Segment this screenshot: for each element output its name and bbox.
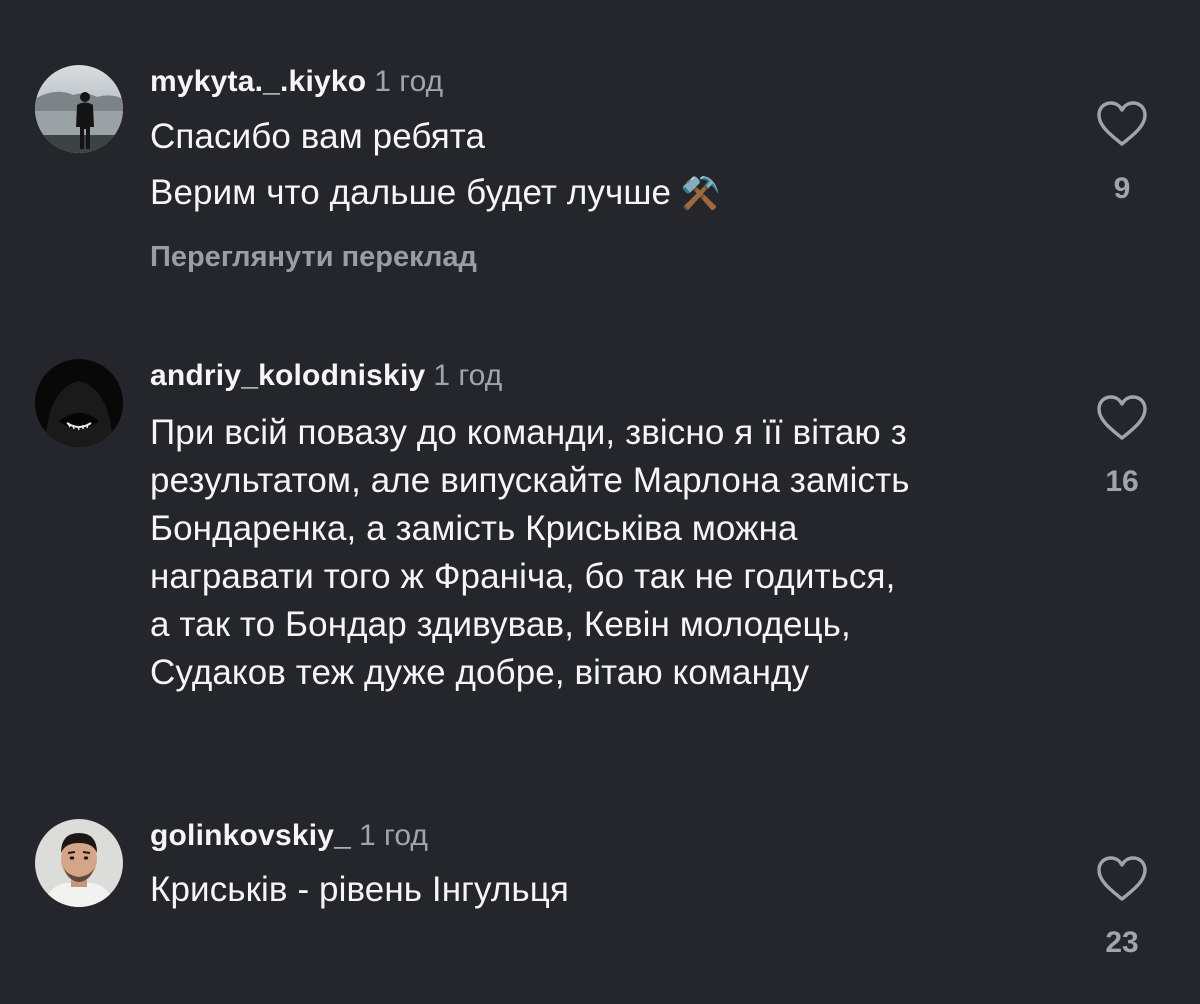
avatar-dark-hood-icon — [35, 359, 123, 447]
like-count: 16 — [1105, 465, 1139, 498]
comment-text: Спасибо вам ребята Верим что дальше буде… — [150, 113, 1050, 217]
comment-line: Бондаренка, а замість Криськіва можна — [150, 509, 798, 548]
comment-line: награвати того ж Франіча, бо так не годи… — [150, 557, 896, 596]
comment-header: andriy_kolodniskiy 1 год — [150, 358, 502, 394]
comment-text: Криськів - рівень Інгульця — [150, 866, 1050, 914]
comment-line: Спасибо вам ребята — [150, 117, 486, 156]
comment-text: При всій повазу до команди, звісно я її … — [150, 409, 1050, 697]
avatar-lake-silhouette-icon — [35, 65, 123, 153]
comment-line: Криськів - рівень Інгульця — [150, 870, 569, 909]
avatar-man-portrait-icon — [35, 819, 123, 907]
avatar[interactable] — [35, 819, 123, 907]
username-link[interactable]: mykyta._.kiyko — [150, 65, 366, 98]
comment-time: 1 год — [433, 359, 503, 392]
heart-outline-icon — [1097, 395, 1147, 440]
avatar[interactable] — [35, 65, 123, 153]
username-link[interactable]: golinkovskiy_ — [150, 819, 351, 852]
comment-header: golinkovskiy_ 1 год — [150, 818, 428, 854]
comment-line: результатом, але випускайте Марлона замі… — [150, 461, 910, 500]
hammer-pick-emoji: ⚒️ — [680, 175, 721, 211]
like-button[interactable] — [1096, 100, 1148, 148]
like-button[interactable] — [1096, 855, 1148, 903]
like-button[interactable] — [1096, 394, 1148, 442]
comment-time: 1 год — [359, 819, 428, 852]
comment-line-text: Верим что дальше будет лучше — [150, 173, 672, 212]
comment-header: mykyta._.kiyko 1 год — [150, 64, 443, 100]
comment-line: Судаков теж дуже добре, вітаю команду — [150, 653, 810, 692]
comments-screen: { "comments": [ { "username": "mykyta._.… — [0, 0, 1200, 1004]
like-count: 9 — [1113, 172, 1131, 205]
comment-line: При всій повазу до команди, звісно я її … — [150, 413, 907, 452]
comment-line: Верим что дальше будет лучше ⚒️ — [150, 169, 1050, 217]
avatar[interactable] — [35, 359, 123, 447]
comment-line: а так то Бондар здивував, Кевін молодець… — [150, 605, 851, 644]
like-count: 23 — [1105, 926, 1139, 959]
comment-time: 1 год — [374, 65, 444, 98]
username-link[interactable]: andriy_kolodniskiy — [150, 359, 425, 392]
heart-outline-icon — [1097, 856, 1147, 901]
view-translation-link[interactable]: Переглянути переклад — [150, 239, 477, 275]
heart-outline-icon — [1097, 101, 1147, 146]
